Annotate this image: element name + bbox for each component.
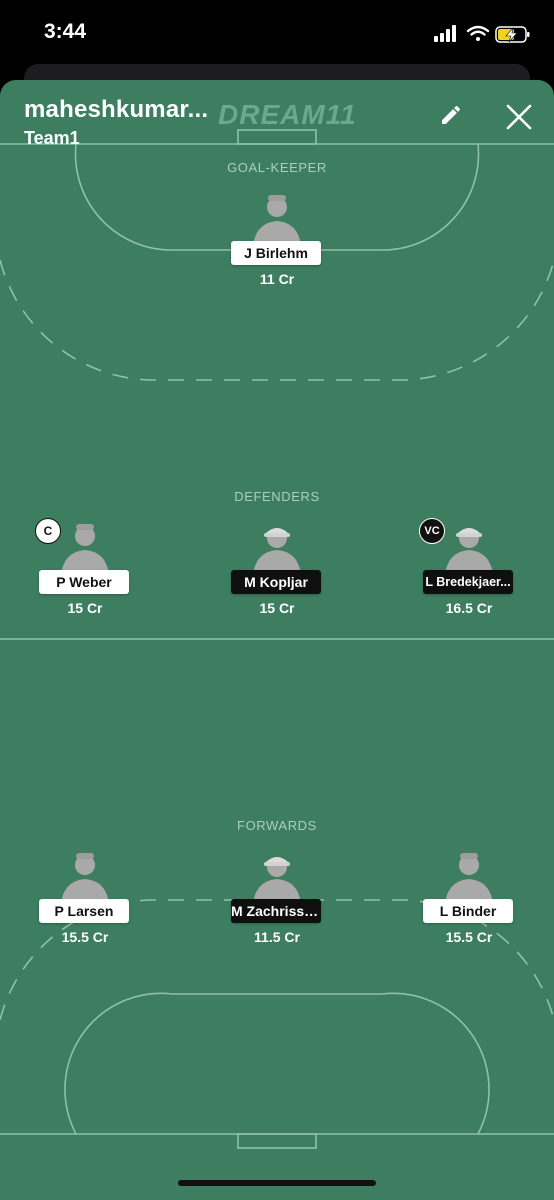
close-icon bbox=[506, 104, 532, 130]
status-time: 3:44 bbox=[44, 20, 87, 43]
team-preview-pitch: maheshkumar... Team1 DREAM11 GOAL-KEEPER… bbox=[0, 80, 554, 1200]
player-name-tag: M Kopljar bbox=[231, 570, 321, 594]
player-card-fwd2[interactable]: M Zachrisson 11.5 Cr bbox=[217, 849, 337, 949]
player-avatar-icon bbox=[61, 524, 109, 576]
player-avatar-icon bbox=[61, 853, 109, 905]
player-name-tag: J Birlehm bbox=[231, 241, 321, 265]
player-card-fwd3[interactable]: L Binder 15.5 Cr bbox=[409, 849, 529, 949]
team-owner-name: maheshkumar... bbox=[24, 96, 209, 123]
player-name-tag: L Binder bbox=[423, 899, 513, 923]
wifi-icon bbox=[466, 25, 490, 41]
player-name-tag: M Zachrisson bbox=[231, 899, 321, 923]
player-avatar-cap-icon bbox=[253, 528, 301, 576]
pencil-icon bbox=[442, 106, 460, 124]
player-card-def1[interactable]: C P Weber 15 Cr bbox=[25, 518, 145, 620]
player-avatar-cap-icon bbox=[445, 528, 493, 576]
home-indicator[interactable] bbox=[178, 1180, 376, 1186]
captain-badge: C bbox=[35, 518, 61, 544]
section-label-defenders: DEFENDERS bbox=[234, 489, 320, 504]
player-avatar-icon bbox=[445, 853, 493, 905]
team-header: maheshkumar... Team1 DREAM11 bbox=[24, 96, 532, 156]
player-credits: 15.5 Cr bbox=[61, 929, 109, 945]
player-avatar-cap-icon bbox=[253, 857, 301, 905]
player-name-tag: P Weber bbox=[39, 570, 129, 594]
player-avatar-icon bbox=[253, 195, 301, 247]
player-card-fwd1[interactable]: P Larsen 15.5 Cr bbox=[25, 849, 145, 949]
edit-team-button[interactable] bbox=[436, 100, 466, 130]
player-credits: 11 Cr bbox=[259, 271, 295, 287]
status-icons bbox=[434, 25, 530, 43]
battery-charging-icon bbox=[495, 26, 530, 43]
player-credits: 11.5 Cr bbox=[254, 929, 300, 945]
player-name-tag: L Bredekjaer... bbox=[423, 570, 513, 594]
section-label-forwards: FORWARDS bbox=[237, 818, 317, 833]
section-label-goalkeeper: GOAL-KEEPER bbox=[227, 160, 327, 175]
vice-captain-badge: VC bbox=[419, 518, 445, 544]
player-card-def3[interactable]: VC L Bredekjaer... 16.5 Cr bbox=[409, 518, 529, 620]
player-credits: 16.5 Cr bbox=[445, 600, 493, 616]
player-card-gk[interactable]: J Birlehm 11 Cr bbox=[217, 191, 337, 291]
cellular-signal-icon bbox=[434, 25, 456, 42]
player-card-def2[interactable]: M Kopljar 15 Cr bbox=[217, 520, 337, 620]
player-credits: 15 Cr bbox=[259, 600, 295, 616]
player-credits: 15.5 Cr bbox=[445, 929, 493, 945]
brand-logo: DREAM11 bbox=[218, 99, 357, 130]
team-name: Team1 bbox=[24, 128, 80, 148]
status-bar: 3:44 bbox=[0, 0, 554, 64]
player-credits: 15 Cr bbox=[67, 600, 103, 616]
player-name-tag: P Larsen bbox=[39, 899, 129, 923]
close-button[interactable] bbox=[502, 100, 536, 134]
